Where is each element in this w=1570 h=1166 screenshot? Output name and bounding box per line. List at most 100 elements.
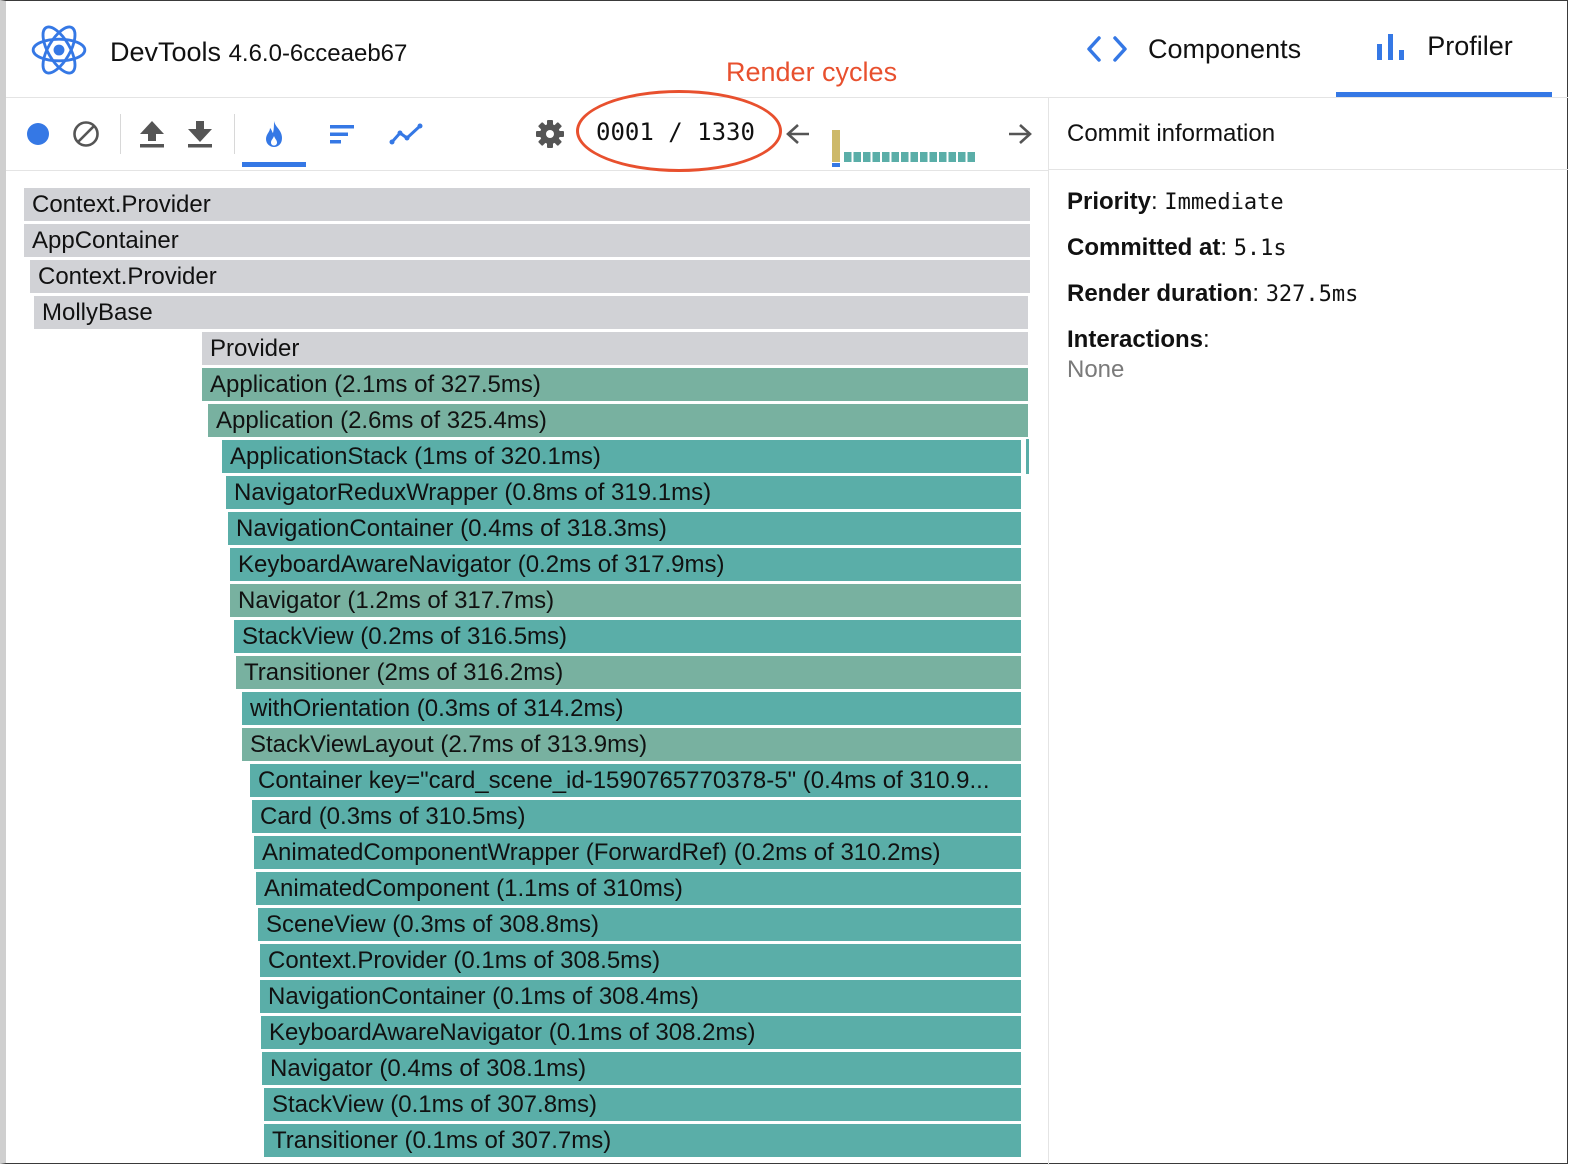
flame-icon [266,121,282,147]
clear-button[interactable] [68,116,104,152]
flamegraph-node[interactable]: Transitioner (0.1ms of 307.7ms) [264,1124,1021,1157]
header: DevTools 4.6.0-6cceaeb67 Render cycles C… [6,1,1568,98]
upload-icon [140,121,164,148]
flamegraph-child-node[interactable] [1026,439,1029,474]
commit-bar[interactable] [844,152,852,162]
commit-bar[interactable] [920,152,928,162]
render-duration-row: Render duration: 327.5ms [1067,280,1359,307]
flamegraph-node[interactable]: StackView (0.2ms of 316.5ms) [234,620,1021,653]
ranked-button[interactable] [324,116,360,152]
render-cycles-highlight [576,90,782,172]
commit-bar[interactable] [939,152,947,162]
download-icon [188,121,212,148]
commit-bars [844,152,975,162]
gear-icon [536,120,564,148]
record-button[interactable] [20,116,56,152]
flamegraph-node[interactable]: NavigationContainer (0.4ms of 318.3ms) [228,512,1021,545]
flamegraph-node[interactable]: Context.Provider [30,260,1030,293]
bar-chart-icon [1375,32,1407,62]
commit-bar[interactable] [863,152,871,162]
commit-bar[interactable] [958,152,966,162]
render-duration-value: 327.5ms [1265,282,1359,307]
flamegraph-node[interactable]: AnimatedComponent (1.1ms of 310ms) [256,872,1021,905]
flamegraph-node[interactable]: AnimatedComponentWrapper (ForwardRef) (0… [254,836,1021,869]
devtools-window: DevTools 4.6.0-6cceaeb67 Render cycles C… [0,0,1568,1165]
app-version: 4.6.0-6cceaeb67 [228,40,408,67]
flamegraph-node[interactable]: Provider [202,332,1028,365]
flamegraph-node[interactable]: Application (2.1ms of 327.5ms) [202,368,1028,401]
flamegraph-node[interactable]: Container key="card_scene_id-15907657703… [250,764,1021,797]
settings-button[interactable] [532,116,568,152]
commit-bar[interactable] [901,152,909,162]
flamegraph-node[interactable]: Context.Provider [24,188,1030,221]
committed-at-row: Committed at: 5.1s [1067,234,1287,261]
flamegraph-node[interactable]: KeyboardAwareNavigator (0.2ms of 317.9ms… [230,548,1021,581]
interactions-value: None [1067,356,1125,383]
commit-bar[interactable] [882,152,890,162]
flamegraph-node[interactable]: NavigationContainer (0.1ms of 308.4ms) [260,980,1021,1013]
flamegraph-node[interactable]: NavigatorReduxWrapper (0.8ms of 319.1ms) [226,476,1021,509]
render-cycles-annotation: Render cycles [726,57,898,87]
commit-bar-selected [832,130,840,162]
interactions-button[interactable] [388,116,424,152]
react-logo-icon [31,25,87,75]
load-profile-button[interactable] [134,116,170,152]
flamegraph: Context.Provider AppContainer Context.Prov… [6,171,1048,1165]
ranked-icon [330,125,354,144]
toolbar-divider [120,114,121,154]
priority-value: Immediate [1164,190,1284,215]
next-commit-button[interactable] [1002,116,1038,152]
commit-bar[interactable] [948,152,957,162]
commit-info-panel: Priority: Immediate Committed at: 5.1s R… [1048,170,1568,1165]
commit-selected-indicator [832,163,840,167]
commit-info-header: Commit information [1048,98,1568,170]
priority-label: Priority [1067,188,1152,215]
flamegraph-node[interactable]: Application (2.6ms of 325.4ms) [208,404,1028,437]
selected-view-indicator [242,162,306,167]
commit-selector-chart[interactable] [826,126,978,168]
commit-bar[interactable] [910,152,919,162]
tab-components[interactable]: Components [1086,1,1301,97]
flamegraph-node[interactable]: SceneView (0.3ms of 308.8ms) [258,908,1021,941]
arrow-left-icon [786,124,809,144]
flamegraph-node[interactable]: StackView (0.1ms of 307.8ms) [264,1088,1021,1121]
profiler-toolbar: 0001 / 1330 [6,90,1048,172]
interactions-label: Interactions [1067,326,1204,353]
commit-bar[interactable] [872,152,881,162]
tab-components-label: Components [1148,33,1302,64]
flamegraph-node[interactable]: KeyboardAwareNavigator (0.1ms of 308.2ms… [261,1016,1021,1049]
commit-bar[interactable] [853,152,862,162]
flamegraph-node[interactable]: AppContainer [24,224,1030,257]
commit-bar[interactable] [967,152,976,162]
render-duration-label: Render duration [1067,280,1253,307]
save-profile-button[interactable] [182,116,218,152]
committed-at-label: Committed at [1067,234,1221,261]
interactions-row: Interactions: [1067,326,1210,353]
clear-icon [73,121,99,147]
commit-info-title: Commit information [1067,120,1276,147]
arrow-right-icon [1009,124,1032,144]
tab-profiler[interactable]: Profiler [1336,1,1552,97]
tab-profiler-label: Profiler [1427,31,1513,61]
toolbar-divider [234,114,235,154]
priority-row: Priority: Immediate [1067,188,1284,215]
flamegraph-node[interactable]: StackViewLayout (2.7ms of 313.9ms) [242,728,1021,761]
flamegraph-node[interactable]: withOrientation (0.3ms of 314.2ms) [242,692,1021,725]
flamegraph-button[interactable] [256,116,292,152]
commit-bar[interactable] [891,152,900,162]
app-name: DevTools [110,37,222,67]
flamegraph-node[interactable]: ApplicationStack (1ms of 320.1ms) [222,440,1021,473]
flamegraph-node[interactable]: Navigator (1.2ms of 317.7ms) [230,584,1021,617]
flamegraph-node[interactable]: Transitioner (2ms of 316.2ms) [236,656,1021,689]
record-icon [27,123,49,145]
previous-commit-button[interactable] [780,116,816,152]
flamegraph-node[interactable]: Card (0.3ms of 310.5ms) [252,800,1021,833]
code-brackets-icon [1086,35,1128,63]
commit-bar[interactable] [929,152,938,162]
flamegraph-node[interactable]: MollyBase [34,296,1028,329]
flamegraph-node[interactable]: Navigator (0.4ms of 308.1ms) [262,1052,1021,1085]
flamegraph-node[interactable]: Context.Provider (0.1ms of 308.5ms) [260,944,1021,977]
app-title: DevTools 4.6.0-6cceaeb67 [110,37,407,68]
interactions-icon [389,123,423,145]
committed-at-value: 5.1s [1233,236,1287,261]
